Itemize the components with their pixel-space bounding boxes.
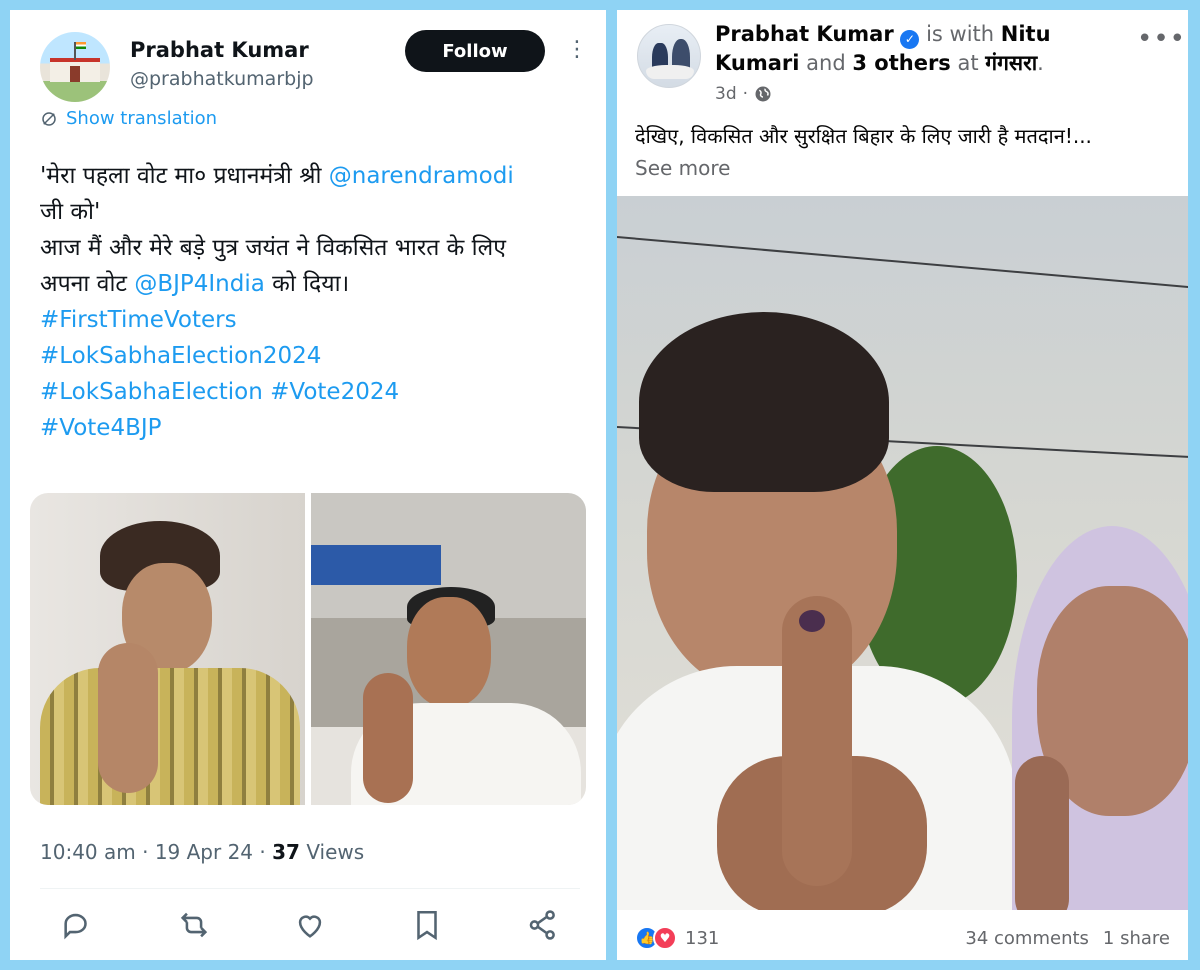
meta-separator: · [142, 840, 155, 864]
reaction-count: 131 [685, 927, 720, 949]
tweet-time[interactable]: 10:40 am [40, 840, 136, 864]
hashtag-row: #LokSabhaElection #Vote2024 [40, 374, 600, 410]
post-footer: 👍 ♥ 131 34 comments 1 share [617, 916, 1188, 960]
hashtag-link[interactable]: #Vote4BJP [40, 415, 162, 441]
tweet-text-segment: अपना वोट [40, 271, 135, 297]
photo-man-hair [639, 312, 889, 492]
tweet-meta: 10:40 am · 19 Apr 24 · 37 Views [40, 840, 364, 864]
facebook-post-card: Prabhat Kumar ✓ is with Nitu Kumari and … [617, 10, 1188, 960]
time-separator: · [742, 84, 749, 104]
love-reaction-icon: ♥ [653, 926, 677, 950]
post-photo[interactable] [617, 196, 1188, 910]
photo-young-voter[interactable] [30, 493, 305, 805]
photo-signboard [311, 545, 441, 585]
and-text: and [806, 51, 846, 75]
photo-figure-hand [98, 643, 158, 793]
tweet-actions [60, 908, 560, 942]
photo-woman-finger [1015, 756, 1069, 910]
with-text: is with [926, 22, 995, 46]
post-header: Prabhat Kumar ✓ is with Nitu Kumari and … [715, 20, 1135, 77]
shares-count[interactable]: 1 share [1103, 928, 1170, 949]
views-count: 37 [272, 840, 300, 864]
author-name[interactable]: Prabhat Kumar [715, 22, 894, 46]
hashtag-row: #FirstTimeVoters [40, 302, 600, 338]
comments-count[interactable]: 34 comments [965, 928, 1089, 949]
tagged-others[interactable]: 3 others [852, 51, 950, 75]
photo-ink-mark [799, 610, 825, 632]
mention-link[interactable]: @BJP4India [134, 271, 265, 297]
show-translation-link[interactable]: Show translation [40, 108, 217, 129]
tweet-text-segment: 'मेरा पहला वोट मा० प्रधानमंत्री श्री [40, 163, 329, 189]
mention-link[interactable]: @narendramodi [329, 163, 514, 189]
avatar[interactable] [40, 32, 110, 102]
verified-badge-icon: ✓ [900, 30, 920, 49]
views-label: Views [306, 840, 365, 864]
more-options-icon[interactable]: ••• [1137, 24, 1186, 54]
tweet-media [30, 493, 586, 805]
hashtag-link[interactable]: #LokSabhaElection [40, 379, 263, 405]
photo-figure-hand [363, 673, 413, 803]
tweet-line-4: अपना वोट @BJP4India को दिया। [40, 266, 600, 302]
see-more-link[interactable]: See more [635, 156, 730, 180]
photo-man-finger [782, 596, 852, 886]
post-text: देखिए, विकसित और सुरक्षित बिहार के लिए ज… [635, 124, 1092, 148]
tweet-line-2: जी को' [40, 199, 101, 225]
more-options-icon[interactable]: ⋮ [566, 39, 588, 61]
at-text: at [957, 51, 979, 75]
tweet-line-3: आज मैं और मेरे बड़े पुत्र जयंत ने विकसित… [40, 235, 506, 261]
post-time-label[interactable]: 3d [715, 84, 737, 104]
author-handle[interactable]: @prabhatkumarbjp [130, 68, 314, 90]
photo-polling-station[interactable] [311, 493, 586, 805]
share-icon[interactable] [526, 908, 560, 942]
photo-figure-shirt [40, 668, 300, 805]
hashtag-link[interactable]: #FirstTimeVoters [40, 307, 237, 333]
photo-wire [617, 236, 1188, 293]
post-time: 3d · [715, 84, 772, 104]
avatar-figure [646, 65, 694, 79]
like-icon[interactable] [293, 908, 327, 942]
globe-icon [755, 86, 771, 102]
tweet-line-1: 'मेरा पहला वोट मा० प्रधानमंत्री श्री @na… [40, 158, 600, 194]
engagement-stats: 34 comments 1 share [965, 928, 1170, 949]
hashtag-link[interactable]: #LokSabhaElection2024 [40, 343, 321, 369]
avatar[interactable] [637, 24, 701, 88]
tweet-text-segment: को दिया। [264, 271, 350, 297]
reply-icon[interactable] [60, 908, 94, 942]
tweet-text: 'मेरा पहला वोट मा० प्रधानमंत्री श्री @na… [40, 158, 600, 446]
bookmark-icon[interactable] [410, 908, 444, 942]
tweet-date[interactable]: 19 Apr 24 [155, 840, 253, 864]
translate-icon [42, 111, 56, 126]
tweet-card: Prabhat Kumar @prabhatkumarbjp Follow ⋮ … [10, 10, 606, 960]
flag-icon [74, 42, 86, 60]
avatar-door [70, 66, 80, 82]
location-link[interactable]: गंगसरा [985, 51, 1037, 75]
show-translation-label: Show translation [66, 108, 218, 129]
meta-separator: · [259, 840, 273, 864]
divider [40, 888, 580, 889]
retweet-icon[interactable] [177, 908, 211, 942]
hashtag-row: #Vote4BJP [40, 410, 600, 446]
header-period: . [1037, 51, 1044, 75]
follow-button[interactable]: Follow [405, 30, 545, 72]
hashtag-link[interactable]: #Vote2024 [270, 379, 399, 405]
author-name[interactable]: Prabhat Kumar [130, 38, 309, 62]
hashtag-row: #LokSabhaElection2024 [40, 338, 600, 374]
reactions[interactable]: 👍 ♥ 131 [635, 926, 719, 950]
photo-figure-face [407, 597, 491, 707]
